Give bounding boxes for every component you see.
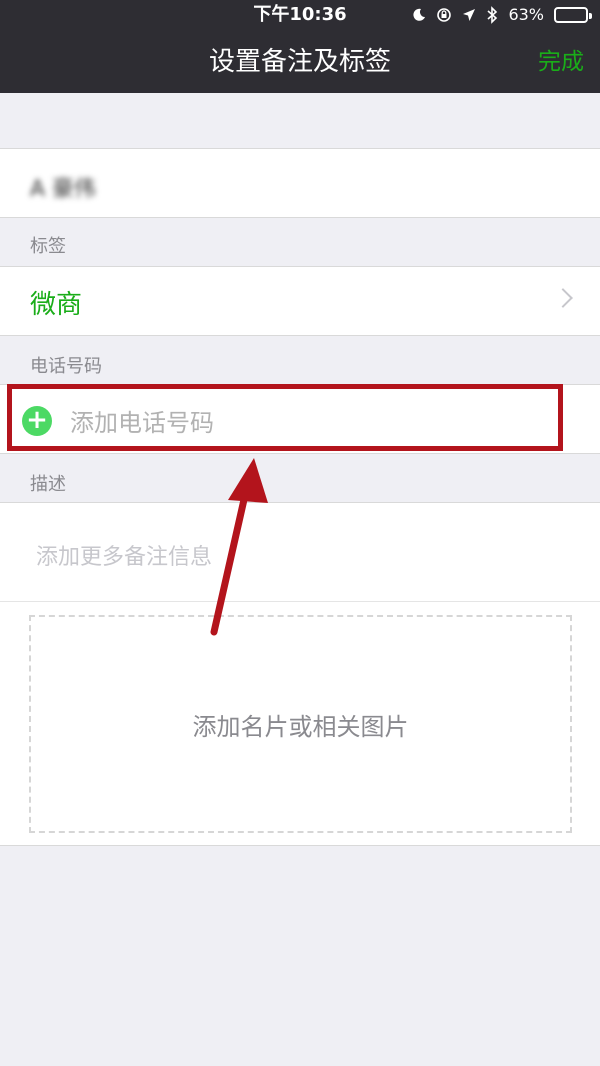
moon-icon	[412, 0, 426, 30]
description-input[interactable]: 添加更多备注信息	[36, 539, 212, 571]
status-icons: 63%	[412, 0, 592, 30]
done-button[interactable]: 完成	[538, 40, 584, 84]
location-icon	[462, 0, 476, 30]
tag-value: 微商	[30, 290, 83, 320]
divider	[0, 601, 600, 602]
add-image-button[interactable]: 添加名片或相关图片	[29, 615, 572, 833]
bluetooth-icon	[486, 0, 498, 30]
remark-name-field[interactable]: A 豪伟	[0, 148, 600, 218]
tags-section-label: 标签	[30, 236, 66, 257]
chevron-right-icon	[553, 288, 573, 308]
description-section-label: 描述	[30, 474, 66, 495]
remark-name-value: A 豪伟	[30, 177, 97, 202]
page-title: 设置备注及标签	[208, 47, 391, 77]
annotation-highlight-box	[7, 384, 563, 451]
battery-percentage: 63%	[508, 5, 544, 24]
tags-row[interactable]: 微商	[0, 266, 600, 336]
status-bar: 下午10:36 63%	[0, 0, 600, 30]
battery-icon	[554, 0, 592, 30]
add-image-label: 添加名片或相关图片	[192, 712, 409, 741]
description-area: 添加更多备注信息 添加名片或相关图片	[0, 502, 600, 846]
header: 下午10:36 63% 设置备注及标签 完成	[0, 0, 600, 93]
rotation-lock-icon	[436, 0, 452, 30]
phone-section-label: 电话号码	[30, 356, 102, 377]
